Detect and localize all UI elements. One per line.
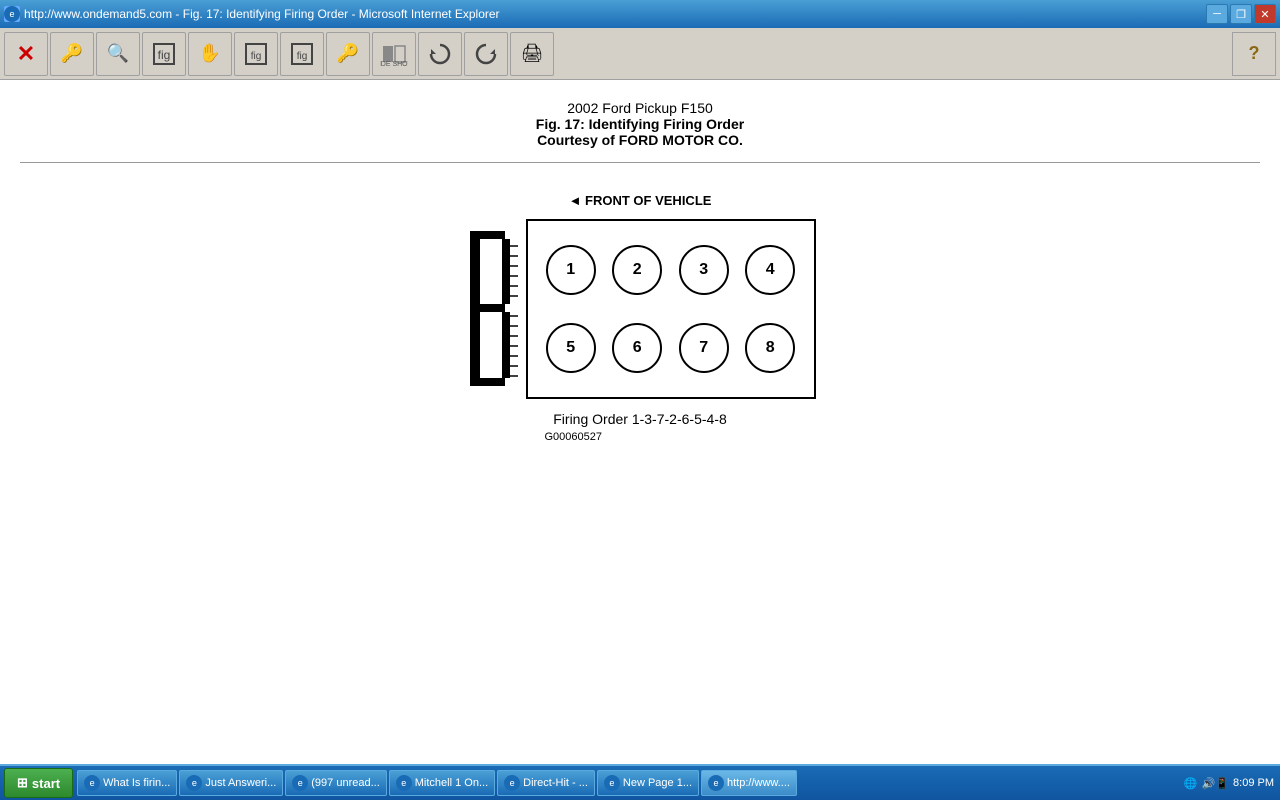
engine-side-icon: [465, 216, 520, 401]
hand-button[interactable]: ✋: [188, 32, 232, 76]
taskbar-item-5[interactable]: e Direct-Hit - ...: [497, 770, 595, 796]
taskbar-network-icon: 🌐: [1184, 777, 1198, 790]
engine-diagram: 1 2 3 4 5 6 7 8: [465, 216, 816, 401]
ie-icon: e: [4, 6, 20, 22]
cylinder-7: 7: [679, 323, 729, 373]
print-button[interactable]: 🖨: [510, 32, 554, 76]
ie-globe-icon: e: [4, 6, 20, 22]
taskbar-label-6: New Page 1...: [623, 777, 692, 789]
fig3-icon: fig: [288, 40, 316, 68]
cylinder-5: 5: [546, 323, 596, 373]
stop-button[interactable]: ✕: [4, 32, 48, 76]
firing-order-text: Firing Order 1-3-7-2-6-5-4-8: [553, 411, 727, 427]
start-icon: ⊞: [17, 775, 28, 791]
title-divider: [20, 162, 1260, 163]
diagram-area: ◄ FRONT OF VEHICLE: [465, 193, 816, 443]
fig3-button[interactable]: fig: [280, 32, 324, 76]
cylinder-1: 1: [546, 245, 596, 295]
taskbar-item-1[interactable]: e What Is firin...: [77, 770, 177, 796]
start-button[interactable]: ⊞ start: [4, 768, 73, 798]
figure-button[interactable]: fig: [142, 32, 186, 76]
taskbar-ie-icon-7: e: [708, 775, 724, 791]
taskbar-ie-icon-3: e: [292, 775, 308, 791]
vehicle-title: 2002 Ford Pickup F150: [536, 100, 744, 116]
restore-button[interactable]: ❐: [1230, 4, 1252, 24]
help-button[interactable]: ?: [1232, 32, 1276, 76]
rotate-icon: [473, 41, 499, 67]
figure-icon: fig: [150, 40, 178, 68]
page-title: 2002 Ford Pickup F150 Fig. 17: Identifyi…: [536, 100, 744, 148]
taskbar-ie-icon-6: e: [604, 775, 620, 791]
taskbar-item-3[interactable]: e (997 unread...: [285, 770, 387, 796]
taskbar-ie-icon-2: e: [186, 775, 202, 791]
main-content: 2002 Ford Pickup F150 Fig. 17: Identifyi…: [0, 80, 1280, 764]
key-button[interactable]: 🔑: [50, 32, 94, 76]
taskbar-right: 🌐 🔊📱 8:09 PM: [1178, 777, 1280, 790]
taskbar-label-4: Mitchell 1 On...: [415, 777, 488, 789]
rotate-button[interactable]: [464, 32, 508, 76]
taskbar-ie-icon-4: e: [396, 775, 412, 791]
cylinder-4: 4: [745, 245, 795, 295]
svg-text:fig: fig: [158, 48, 171, 62]
find-button[interactable]: 🔑: [326, 32, 370, 76]
taskbar-item-4[interactable]: e Mitchell 1 On...: [389, 770, 495, 796]
start-label: start: [32, 776, 60, 791]
hide-show-icon: HIDE SHOW: [380, 40, 408, 68]
fig2-button[interactable]: fig: [234, 32, 278, 76]
taskbar-label-3: (997 unread...: [311, 777, 380, 789]
front-of-vehicle-label: ◄ FRONT OF VEHICLE: [569, 193, 712, 208]
minimize-button[interactable]: ─: [1206, 4, 1228, 24]
toolbar: ✕ 🔑 🔍 fig ✋ fig fig 🔑 HIDE SHOW: [0, 28, 1280, 80]
taskbar-label-1: What Is firin...: [103, 777, 170, 789]
taskbar-ie-icon-5: e: [504, 775, 520, 791]
fig2-icon: fig: [242, 40, 270, 68]
svg-text:fig: fig: [297, 51, 308, 62]
cylinder-2: 2: [612, 245, 662, 295]
taskbar-time: 8:09 PM: [1233, 777, 1274, 789]
window-title: http://www.ondemand5.com - Fig. 17: Iden…: [24, 7, 500, 21]
cylinder-3: 3: [679, 245, 729, 295]
engine-box: 1 2 3 4 5 6 7 8: [526, 219, 816, 399]
taskbar-icons: 🔊📱: [1202, 777, 1229, 790]
taskbar-label-7: http://www....: [727, 777, 790, 789]
svg-text:HIDE SHOW: HIDE SHOW: [380, 61, 408, 68]
taskbar-item-6[interactable]: e New Page 1...: [597, 770, 699, 796]
courtesy-text: Courtesy of FORD MOTOR CO.: [536, 132, 744, 148]
title-bar: e http://www.ondemand5.com - Fig. 17: Id…: [0, 0, 1280, 28]
search-button[interactable]: 🔍: [96, 32, 140, 76]
hide-show-button[interactable]: HIDE SHOW: [372, 32, 416, 76]
diagram-code: G00060527: [545, 431, 603, 443]
window-close-button[interactable]: ✕: [1254, 4, 1276, 24]
title-bar-left: e http://www.ondemand5.com - Fig. 17: Id…: [4, 6, 500, 22]
taskbar-label-2: Just Answeri...: [205, 777, 276, 789]
refresh-button[interactable]: [418, 32, 462, 76]
taskbar-item-7[interactable]: e http://www....: [701, 770, 797, 796]
taskbar-label-5: Direct-Hit - ...: [523, 777, 588, 789]
svg-text:fig: fig: [251, 51, 262, 62]
refresh-icon: [427, 41, 453, 67]
taskbar: ⊞ start e What Is firin... e Just Answer…: [0, 764, 1280, 800]
taskbar-items: e What Is firin... e Just Answeri... e (…: [77, 770, 1178, 796]
cylinder-6: 6: [612, 323, 662, 373]
taskbar-item-2[interactable]: e Just Answeri...: [179, 770, 283, 796]
figure-title: Fig. 17: Identifying Firing Order: [536, 116, 744, 132]
taskbar-ie-icon-1: e: [84, 775, 100, 791]
title-bar-controls: ─ ❐ ✕: [1206, 4, 1276, 24]
cylinder-8: 8: [745, 323, 795, 373]
